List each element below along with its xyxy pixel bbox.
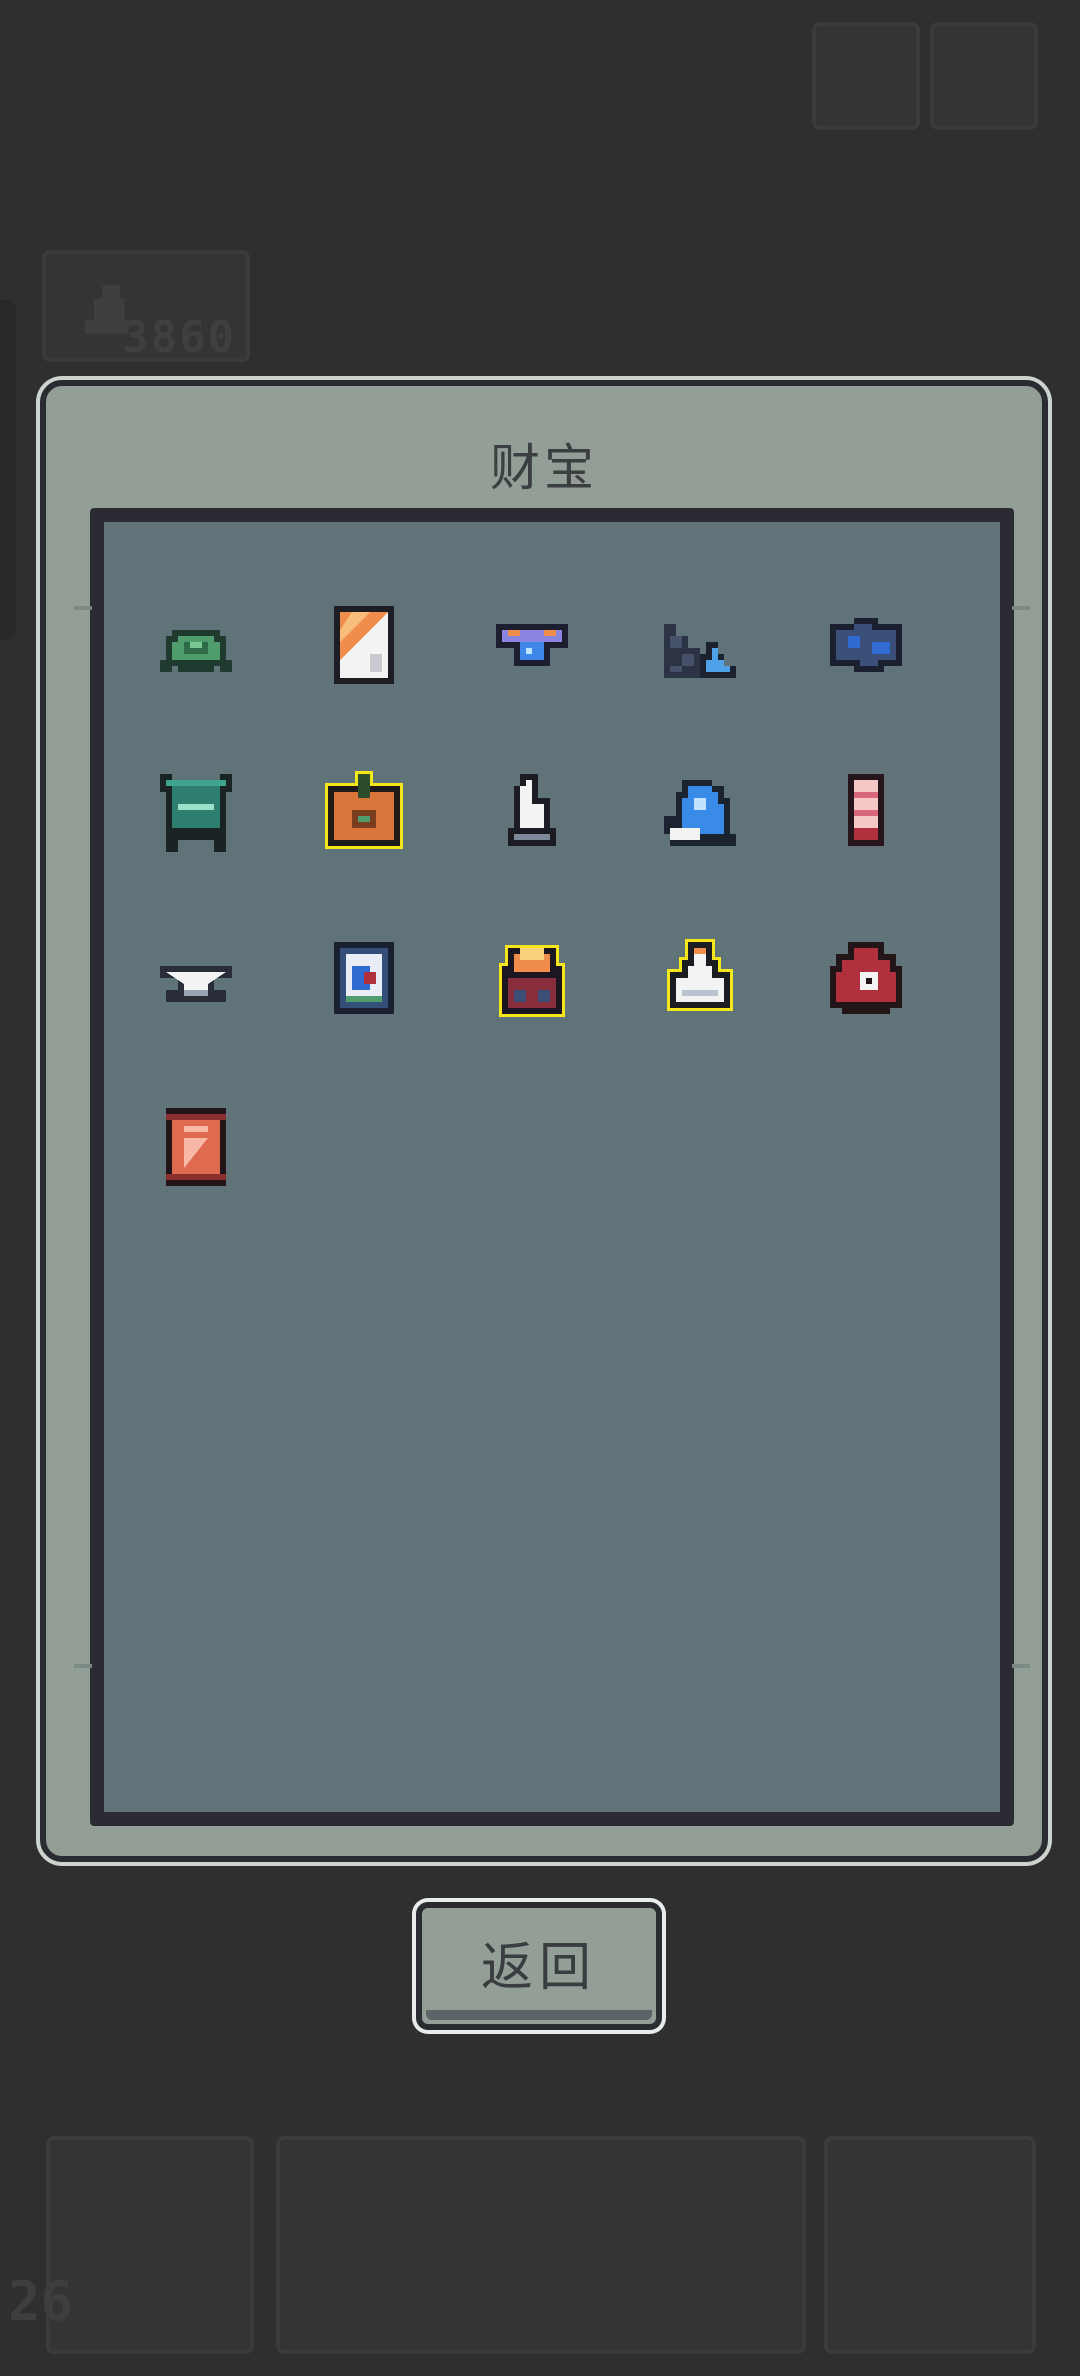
treasure-slot[interactable] — [818, 930, 914, 1026]
treasure-slot[interactable] — [148, 1096, 244, 1192]
white-vase-icon — [670, 942, 730, 1008]
player-level: 26 — [8, 2270, 74, 2333]
weapon-slot — [46, 2136, 254, 2354]
treasure-slot[interactable] — [818, 762, 914, 858]
dark-blue-ore-icon — [830, 618, 902, 672]
treasure-slot[interactable] — [484, 930, 580, 1026]
treasure-dialog: 财宝 — [40, 380, 1048, 1862]
treasure-slot[interactable] — [652, 594, 748, 690]
treasure-slot[interactable] — [148, 930, 244, 1026]
treasure-grid — [104, 522, 1000, 1812]
silver-anvil-icon — [160, 966, 232, 1002]
dialog-title: 财宝 — [490, 439, 598, 497]
treasure-slot[interactable] — [148, 762, 244, 858]
treasure-slot[interactable] — [484, 762, 580, 858]
skill-slot — [276, 2136, 806, 2354]
treasure-slot[interactable] — [818, 594, 914, 690]
white-pawn-icon — [508, 774, 556, 846]
fire-brazier-icon — [502, 948, 562, 1014]
treasure-slot[interactable] — [484, 594, 580, 690]
pink-potion-vial-icon — [848, 774, 884, 846]
treasure-slot[interactable] — [316, 762, 412, 858]
teal-altar-icon — [160, 774, 232, 852]
top-right-slot-2 — [930, 22, 1038, 130]
green-turtle-shell-icon — [160, 630, 232, 672]
treasure-slot[interactable] — [316, 930, 412, 1026]
panel-rail — [74, 606, 92, 610]
pumpkin-crate-icon — [328, 774, 400, 846]
treasure-panel — [74, 508, 1030, 1826]
treasure-slot[interactable] — [148, 594, 244, 690]
red-banner-icon — [166, 1108, 226, 1186]
treasure-slot[interactable] — [652, 930, 748, 1026]
back-button[interactable]: 返回 — [416, 1902, 662, 2030]
side-drawer-tab — [0, 300, 16, 640]
blue-gem-amulet-icon — [496, 624, 568, 666]
treasure-slot[interactable] — [652, 762, 748, 858]
back-button-label: 返回 — [480, 1937, 597, 1998]
orange-scroll-icon — [334, 606, 394, 684]
framed-portrait-icon — [334, 942, 394, 1014]
panel-rail — [74, 1664, 92, 1668]
panel-rail — [1012, 1664, 1030, 1668]
blue-snail-shell-icon — [664, 780, 736, 846]
panel-rail — [1012, 606, 1030, 610]
treasure-slot[interactable] — [316, 594, 412, 690]
top-right-slot-1 — [812, 22, 920, 130]
gold-amount: 3860 — [122, 312, 236, 363]
red-money-bag-icon — [830, 942, 902, 1014]
character-slot — [824, 2136, 1036, 2354]
wave-brick-icon — [664, 624, 736, 678]
